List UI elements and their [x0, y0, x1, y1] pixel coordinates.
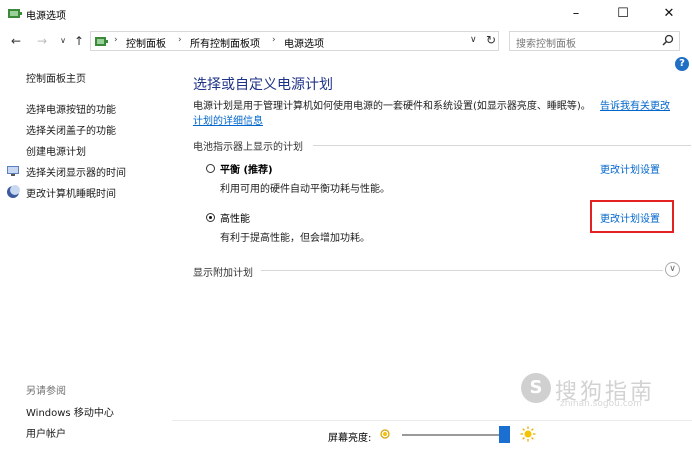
refresh-icon: ↻: [485, 33, 497, 47]
display-shield-icon: [7, 166, 19, 176]
chevron-right-icon: ›: [178, 35, 182, 45]
brightness-low-icon: [380, 429, 390, 439]
moon-shield-icon: [7, 185, 20, 198]
change-plan-settings-high-performance[interactable]: 更改计划设置: [600, 210, 660, 225]
window-title: 电源选项: [26, 11, 66, 22]
sidebar-item-home[interactable]: 控制面板主页: [26, 70, 86, 85]
brightness-high-icon: [520, 426, 536, 442]
page-description: 电源计划是用于管理计算机如何使用电源的一套硬件和系统设置(如显示器亮度、睡眠等)…: [193, 101, 591, 112]
learn-more-link[interactable]: 告诉我有关更改: [600, 97, 670, 112]
recent-locations-button[interactable]: ∨: [55, 33, 71, 49]
sidebar-item-power-button[interactable]: 选择电源按钮的功能: [26, 101, 116, 116]
brightness-label: 屏幕亮度:: [328, 433, 372, 444]
brightness-slider-track[interactable]: [402, 434, 510, 436]
minimize-icon: –: [572, 6, 580, 21]
brightness-slider-thumb[interactable]: [499, 426, 511, 443]
plan-desc-balanced: 利用可用的硬件自动平衡功耗与性能。: [220, 184, 390, 195]
close-button[interactable]: ✕: [646, 0, 692, 27]
battery-plans-heading: 电池指示器上显示的计划: [193, 142, 303, 153]
learn-more-link-continued[interactable]: 计划的详细信息: [193, 112, 263, 127]
sidebar-item-sleep[interactable]: 更改计算机睡眠时间: [26, 185, 116, 200]
chevron-down-icon: ∨: [669, 264, 676, 274]
power-options-icon: [8, 9, 22, 18]
radio-selected-dot: [209, 216, 212, 219]
sidebar-item-display-off[interactable]: 选择关闭显示器的时间: [26, 164, 126, 179]
watermark-logo: S: [521, 373, 551, 403]
forward-button[interactable]: →: [34, 33, 50, 49]
breadcrumb-power-options[interactable]: 电源选项: [284, 35, 324, 50]
brightness-bar: [172, 420, 692, 458]
search-placeholder: 搜索控制面板: [516, 39, 576, 50]
arrow-right-icon: →: [36, 34, 48, 48]
sidebar-item-lid[interactable]: 选择关闭盖子的功能: [26, 122, 116, 137]
chevron-right-icon: ›: [114, 35, 118, 45]
plan-desc-high-performance: 有利于提高性能，但会增加功耗。: [220, 233, 370, 244]
close-icon: ✕: [663, 6, 675, 21]
control-panel-icon: [95, 37, 108, 46]
arrow-up-icon: ↑: [73, 34, 85, 48]
minimize-button[interactable]: –: [553, 0, 599, 27]
breadcrumb-all-items[interactable]: 所有控制面板项: [190, 35, 260, 50]
plan-radio-balanced[interactable]: [206, 164, 215, 173]
help-icon: ?: [679, 58, 685, 69]
expand-button[interactable]: ∨: [665, 262, 680, 277]
maximize-icon: ☐: [617, 6, 629, 21]
chevron-down-icon: ∨: [60, 36, 66, 45]
back-button[interactable]: ←: [8, 33, 24, 49]
refresh-button[interactable]: ↻: [484, 33, 498, 49]
page-title: 选择或自定义电源计划: [193, 77, 333, 93]
sidebar-item-create-plan[interactable]: 创建电源计划: [26, 143, 86, 158]
section-divider: [261, 270, 663, 271]
breadcrumb-control-panel[interactable]: 控制面板: [126, 35, 166, 50]
see-also-mobility-center[interactable]: Windows 移动中心: [26, 404, 114, 419]
up-button[interactable]: ↑: [71, 33, 87, 49]
plan-name-high-performance[interactable]: 高性能: [220, 210, 250, 225]
help-button[interactable]: ?: [675, 57, 689, 71]
maximize-button[interactable]: ☐: [600, 0, 646, 27]
plan-name-balanced[interactable]: 平衡 (推荐): [220, 161, 273, 176]
watermark-url: zhinan.sogou.com: [560, 399, 642, 409]
section-divider: [313, 145, 691, 146]
arrow-left-icon: ←: [10, 34, 22, 48]
search-icon[interactable]: [662, 34, 674, 46]
address-dropdown-icon[interactable]: ∨: [470, 35, 477, 45]
change-plan-settings-balanced[interactable]: 更改计划设置: [600, 161, 660, 176]
see-also-heading: 另请参阅: [26, 386, 66, 397]
chevron-right-icon: ›: [272, 35, 276, 45]
show-additional-plans[interactable]: 显示附加计划: [193, 264, 253, 279]
see-also-user-accounts[interactable]: 用户帐户: [26, 425, 66, 440]
plan-radio-high-performance[interactable]: [206, 213, 215, 222]
